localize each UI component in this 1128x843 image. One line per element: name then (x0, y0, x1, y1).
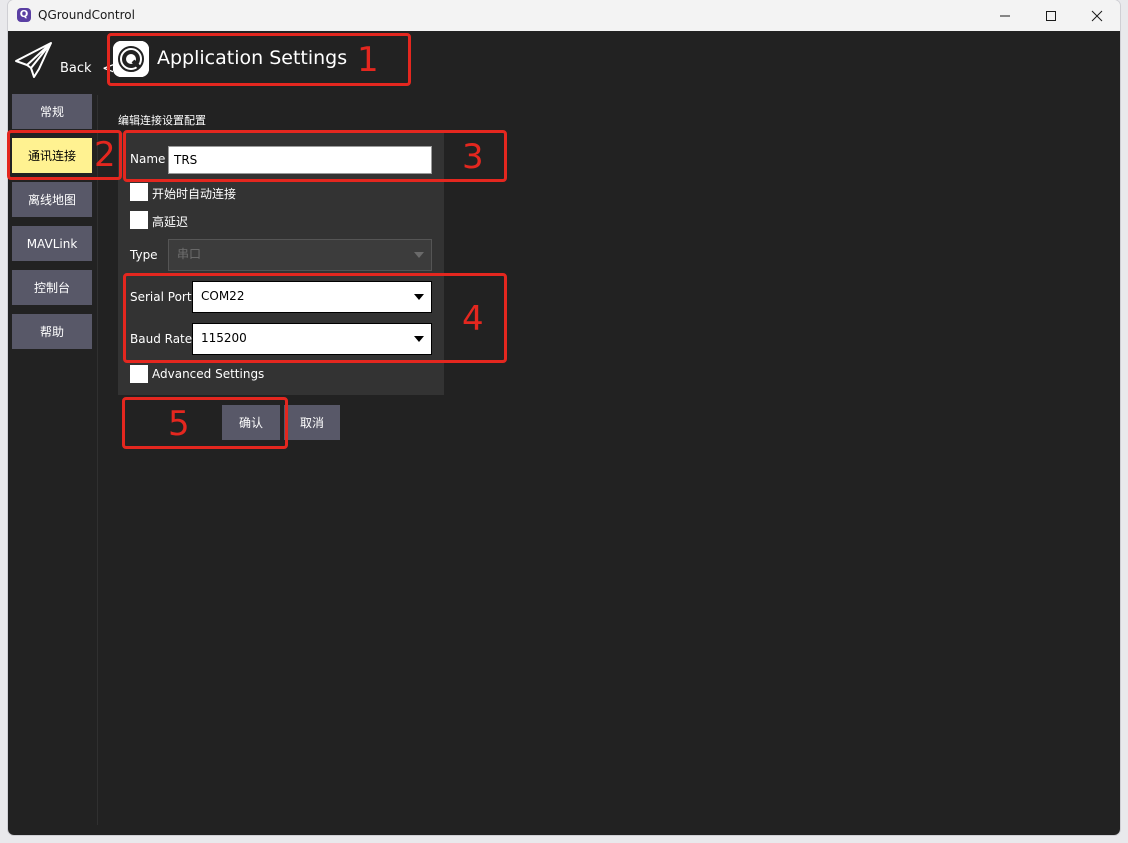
annotation-box-4 (123, 273, 507, 363)
sidebar-item-label: 常规 (39, 105, 64, 119)
minimize-icon (1000, 15, 1010, 16)
maximize-icon (1046, 10, 1056, 21)
sidebar-item-label: 离线地图 (27, 193, 76, 207)
title-bar[interactable]: Q QGroundControl (8, 0, 1120, 31)
sidebar-item-label: 帮助 (39, 325, 64, 339)
auto-connect-checkbox[interactable] (130, 183, 148, 201)
annotation-number-4: 4 (462, 299, 484, 339)
sidebar-divider (97, 95, 98, 825)
minimize-button[interactable] (982, 0, 1028, 31)
advanced-settings-label: Advanced Settings (152, 367, 265, 381)
back-label: Back (60, 61, 92, 76)
close-icon (1091, 10, 1103, 21)
cancel-button-label: 取消 (299, 416, 324, 430)
type-label: Type (130, 248, 158, 262)
high-latency-checkbox[interactable] (130, 211, 148, 229)
maximize-button[interactable] (1028, 0, 1074, 31)
sidebar-item-label: MAVLink (26, 236, 78, 251)
sidebar-item-label: 控制台 (33, 281, 70, 295)
window-title: QGroundControl (38, 8, 135, 22)
high-latency-label: 高延迟 (152, 215, 189, 229)
cancel-button[interactable]: 取消 (284, 405, 340, 440)
sidebar-item-general[interactable]: 常规 (12, 94, 92, 129)
paper-plane-icon (15, 42, 52, 78)
dropdown-arrow-icon (414, 252, 424, 258)
sidebar-item-console[interactable]: 控制台 (12, 270, 92, 305)
sidebar-item-help[interactable]: 帮助 (12, 314, 92, 349)
annotation-box-3 (123, 130, 507, 182)
auto-connect-label: 开始时自动连接 (152, 187, 237, 201)
qgc-app-icon: Q (17, 8, 31, 22)
close-button[interactable] (1074, 0, 1120, 31)
section-title: 编辑连接设置配置 (118, 114, 206, 127)
annotation-box-5 (122, 397, 288, 449)
annotation-number-3: 3 (462, 137, 484, 177)
annotation-number-5: 5 (168, 404, 190, 444)
type-value: 串口 (177, 247, 202, 261)
advanced-settings-checkbox[interactable] (130, 365, 148, 383)
sidebar-item-offline-maps[interactable]: 离线地图 (12, 182, 92, 217)
type-select[interactable]: 串口 (168, 239, 432, 271)
sidebar-item-mavlink[interactable]: MAVLink (12, 226, 92, 261)
annotation-number-1: 1 (357, 40, 379, 80)
annotation-number-2: 2 (94, 135, 116, 175)
